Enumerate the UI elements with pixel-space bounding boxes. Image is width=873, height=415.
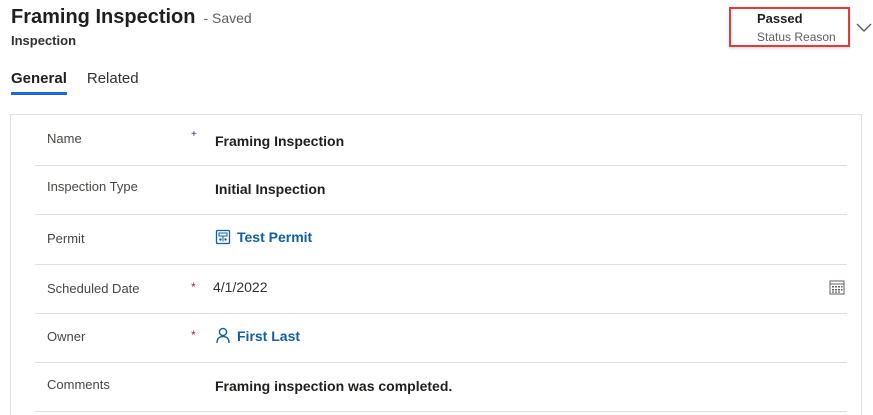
tab-related[interactable]: Related <box>87 70 139 93</box>
tab-list: General Related <box>11 70 159 95</box>
tab-general[interactable]: General <box>11 70 67 95</box>
scheduled-date-label: Scheduled Date <box>47 281 140 296</box>
owner-value[interactable]: First Last <box>237 328 300 344</box>
inspection-type-label: Inspection Type <box>47 179 138 194</box>
page-title: Framing Inspection <box>11 6 196 28</box>
save-status: - Saved <box>203 10 252 26</box>
field-row-inspection-type: Inspection Type Initial Inspection <box>35 166 847 215</box>
title-row: Framing Inspection - Saved <box>11 6 252 29</box>
calendar-icon[interactable] <box>829 279 845 295</box>
name-field[interactable]: Framing Inspection <box>215 133 344 149</box>
permit-value[interactable]: Test Permit <box>237 229 312 245</box>
owner-lookup[interactable]: First Last <box>215 327 300 344</box>
status-reason-label: Status Reason <box>757 30 836 44</box>
field-row-scheduled-date: Scheduled Date * 4/1/2022 <box>35 265 847 314</box>
person-icon <box>216 327 230 344</box>
scheduled-date-input[interactable]: 4/1/2022 <box>213 279 268 295</box>
permit-lookup[interactable]: Test Permit <box>215 229 312 245</box>
permit-label: Permit <box>47 231 85 246</box>
owner-label: Owner <box>47 329 86 344</box>
required-indicator: * <box>191 280 196 294</box>
comments-label: Comments <box>47 377 110 392</box>
field-row-comments: Comments Framing inspection was complete… <box>35 363 847 412</box>
recommended-indicator: + <box>191 129 197 140</box>
comments-field[interactable]: Framing inspection was completed. <box>215 378 452 394</box>
chevron-down-icon[interactable] <box>855 20 873 34</box>
inspection-type-field[interactable]: Initial Inspection <box>215 181 325 197</box>
status-reason-field[interactable]: Passed Status Reason <box>729 7 850 47</box>
name-label: Name <box>47 131 82 146</box>
field-row-owner: Owner * First Last <box>35 314 847 363</box>
field-row-permit: Permit Test Permit <box>35 215 847 265</box>
entity-name: Inspection <box>11 33 77 48</box>
record-icon <box>215 229 231 245</box>
status-reason-value: Passed <box>757 11 803 26</box>
general-section: Name + Framing Inspection Inspection Typ… <box>10 114 862 415</box>
required-indicator: * <box>191 328 196 342</box>
field-row-name: Name + Framing Inspection <box>35 115 847 166</box>
